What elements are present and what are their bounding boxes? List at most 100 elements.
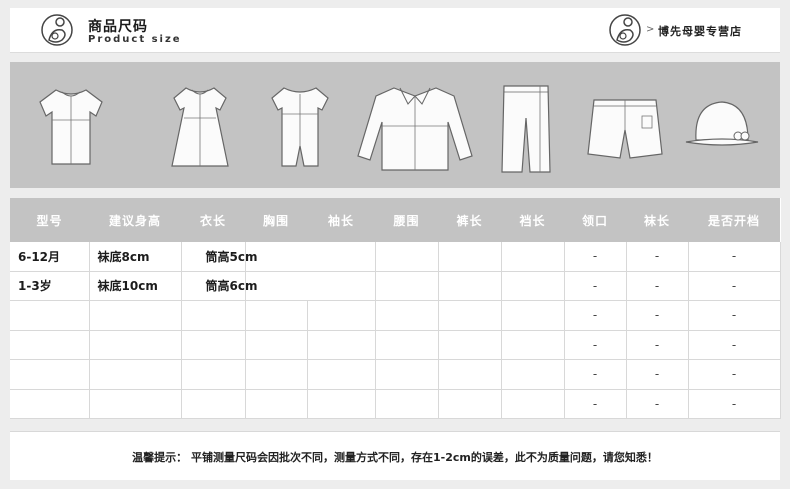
header-bar: 商品尺码 Product size > 博先母婴专营店 xyxy=(10,8,780,53)
note-text: 温馨提示： 平铺测量尺码会因批次不同，测量方式不同，存在1-2cm的误差，此不为… xyxy=(132,451,658,464)
size-table: 型号 建议身高 衣长 胸围 袖长 腰围 裤长 裆长 领口 袜长 是否开档 6-1… xyxy=(10,198,781,419)
hat-icon xyxy=(685,101,759,146)
table-cell xyxy=(245,359,308,390)
table-cell xyxy=(307,330,376,360)
table-cell xyxy=(10,300,90,331)
column-header: 型号 xyxy=(10,198,89,242)
table-cell: - xyxy=(626,389,689,419)
table-row: - - - xyxy=(10,359,781,390)
table-cell xyxy=(438,330,502,360)
column-header: 腰围 xyxy=(375,198,438,242)
table-cell xyxy=(10,389,90,419)
table-cell: - xyxy=(626,242,689,272)
table-cell: - xyxy=(688,330,781,360)
table-cell: - xyxy=(688,389,781,419)
table-cell: - xyxy=(564,330,627,360)
table-cell: - xyxy=(688,271,781,301)
table-cell xyxy=(307,242,376,272)
romper-icon xyxy=(271,87,329,167)
table-cell xyxy=(181,389,246,419)
table-cell: - xyxy=(564,300,627,331)
table-cell: - xyxy=(564,271,627,301)
table-row: - - - xyxy=(10,300,781,331)
page-subtitle: Product size xyxy=(88,34,182,45)
table-cell xyxy=(501,330,565,360)
table-cell: - xyxy=(688,300,781,331)
table-cell xyxy=(438,271,502,301)
mother-baby-logo-icon xyxy=(41,14,73,46)
table-row: - - - xyxy=(10,330,781,360)
table-header-row: 型号 建议身高 衣长 胸围 袖长 腰围 裤长 裆长 领口 袜长 是否开档 xyxy=(10,198,780,242)
table-cell: 袜底8cm xyxy=(89,242,182,272)
table-cell: 6-12月 xyxy=(10,242,90,272)
column-header: 裤长 xyxy=(438,198,501,242)
table-cell: - xyxy=(688,359,781,390)
table-cell: 袜底10cm xyxy=(89,271,182,301)
table-cell xyxy=(89,330,182,360)
dress-icon xyxy=(171,87,229,167)
column-header: 袖长 xyxy=(307,198,375,242)
garment-illustrations xyxy=(10,62,780,188)
column-header: 建议身高 xyxy=(89,198,181,242)
page-title: 商品尺码 xyxy=(88,19,148,35)
table-cell xyxy=(375,359,439,390)
table-cell xyxy=(501,300,565,331)
table-cell xyxy=(375,300,439,331)
table-cell: 筒高6cm xyxy=(205,271,267,301)
table-cell: - xyxy=(626,271,689,301)
table-cell xyxy=(245,300,308,331)
table-cell xyxy=(89,389,182,419)
jacket-icon xyxy=(357,87,473,171)
table-cell xyxy=(375,330,439,360)
table-cell xyxy=(501,242,565,272)
table-cell: - xyxy=(626,330,689,360)
column-header: 胸围 xyxy=(245,198,307,242)
table-cell: 1-3岁 xyxy=(10,271,90,301)
column-header: 领口 xyxy=(564,198,626,242)
table-cell xyxy=(501,271,565,301)
table-cell xyxy=(89,359,182,390)
table-row: 1-3岁 袜底10cm 筒高6cm - - - xyxy=(10,271,781,301)
tshirt-icon xyxy=(39,89,103,165)
table-cell xyxy=(375,271,439,301)
table-cell: - xyxy=(564,389,627,419)
table-cell xyxy=(307,359,376,390)
pants-icon xyxy=(501,85,551,173)
chevron-right-icon: > xyxy=(646,24,655,35)
column-header: 是否开档 xyxy=(688,198,780,242)
table-cell xyxy=(438,242,502,272)
table-cell xyxy=(375,242,439,272)
table-row: 6-12月 袜底8cm 筒高5cm - - - xyxy=(10,242,781,272)
table-cell: - xyxy=(564,242,627,272)
table-cell xyxy=(89,300,182,331)
table-cell xyxy=(10,330,90,360)
table-cell xyxy=(307,300,376,331)
table-cell xyxy=(245,330,308,360)
column-header: 裆长 xyxy=(501,198,564,242)
table-cell: - xyxy=(626,300,689,331)
table-cell: - xyxy=(626,359,689,390)
table-cell: - xyxy=(564,359,627,390)
table-cell xyxy=(438,359,502,390)
table-cell: 筒高5cm xyxy=(205,242,267,272)
shop-name-link[interactable]: 博先母婴专营店 xyxy=(658,23,742,39)
table-cell xyxy=(181,359,246,390)
table-cell xyxy=(10,359,90,390)
table-cell xyxy=(181,330,246,360)
table-cell xyxy=(375,389,439,419)
table-cell xyxy=(307,271,376,301)
table-cell xyxy=(501,359,565,390)
measurement-note: 温馨提示： 平铺测量尺码会因批次不同，测量方式不同，存在1-2cm的误差，此不为… xyxy=(10,431,780,480)
table-cell xyxy=(438,389,502,419)
table-row: - - - xyxy=(10,389,781,419)
column-header: 袜长 xyxy=(626,198,688,242)
table-cell xyxy=(307,389,376,419)
shop-logo-icon xyxy=(609,14,641,46)
table-cell xyxy=(181,300,246,331)
table-cell xyxy=(501,389,565,419)
shorts-icon xyxy=(587,99,663,159)
table-cell xyxy=(245,389,308,419)
column-header: 衣长 xyxy=(181,198,245,242)
table-cell: - xyxy=(688,242,781,272)
table-cell xyxy=(438,300,502,331)
